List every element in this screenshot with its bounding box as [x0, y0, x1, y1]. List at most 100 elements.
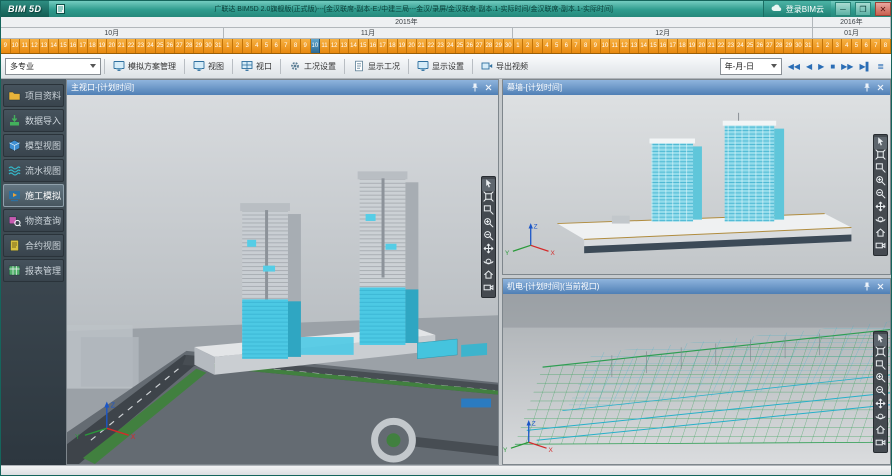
timeline-day-cell[interactable]: 9 [1, 39, 11, 53]
timeline-day-cell[interactable]: 30 [794, 39, 804, 53]
timeline-day-cell[interactable]: 3 [833, 39, 843, 53]
timeline-day-cell[interactable]: 25 [746, 39, 756, 53]
timeline-day-cell[interactable]: 30 [504, 39, 514, 53]
sidebar-item-construction-simulation[interactable]: 施工模拟 [3, 184, 64, 207]
profession-dropdown[interactable]: 多专业 [5, 58, 101, 75]
close-icon[interactable] [875, 82, 886, 93]
pin-icon[interactable] [861, 281, 872, 292]
timeline-day-cell[interactable]: 12 [30, 39, 40, 53]
timeline-day-cell[interactable]: 6 [862, 39, 872, 53]
timeline-day-cell[interactable]: 8 [881, 39, 891, 53]
timeline-day-cell[interactable]: 15 [649, 39, 659, 53]
timeline-day-cell[interactable]: 29 [494, 39, 504, 53]
timeline-day-cell[interactable]: 17 [668, 39, 678, 53]
timeline-day-cell[interactable]: 17 [78, 39, 88, 53]
timeline-day-cell[interactable]: 10 [11, 39, 21, 53]
timeline-day-cell[interactable]: 25 [156, 39, 166, 53]
timeline-day-cell[interactable]: 22 [717, 39, 727, 53]
timeline-day-cell[interactable]: 26 [465, 39, 475, 53]
curtain-wall-viewport-header[interactable]: 幕墙-[计划时间] [503, 80, 890, 95]
timeline-day-cell[interactable]: 19 [398, 39, 408, 53]
timeline-day-cell[interactable]: 1 [813, 39, 823, 53]
timeline-day-cell[interactable]: 11 [610, 39, 620, 53]
timeline-day-cell[interactable]: 1 [514, 39, 524, 53]
timeline-day-cell[interactable]: 18 [678, 39, 688, 53]
timeline-day-cell[interactable]: 22 [127, 39, 137, 53]
timeline-day-cell[interactable]: 7 [871, 39, 881, 53]
sidebar-item-report-management[interactable]: 报表管理 [3, 259, 64, 282]
timeline-day-cell[interactable]: 12 [620, 39, 630, 53]
timeline-day-cell[interactable]: 24 [446, 39, 456, 53]
timeline-day-cell[interactable]: 20 [107, 39, 117, 53]
timeline-day-cell[interactable]: 27 [175, 39, 185, 53]
export-video-button[interactable]: 导出视频 [476, 56, 533, 76]
timeline-day-cell[interactable]: 3 [533, 39, 543, 53]
sidebar-item-data-import[interactable]: 数据导入 [3, 109, 64, 132]
timeline-day-cell[interactable]: 8 [291, 39, 301, 53]
close-icon[interactable] [875, 281, 886, 292]
timeline-day-cell[interactable]: 22 [427, 39, 437, 53]
work-condition-settings-button[interactable]: 工况设置 [284, 56, 341, 76]
timeline-day-cell[interactable]: 9 [591, 39, 601, 53]
camera-button[interactable] [482, 283, 495, 295]
main-viewport-header[interactable]: 主视口-[计划时间] [67, 80, 498, 95]
timeline-day-cell[interactable]: 21 [417, 39, 427, 53]
timeline-day-cell[interactable]: 23 [436, 39, 446, 53]
timeline-day-cell[interactable]: 6 [272, 39, 282, 53]
mep-viewport-canvas[interactable]: Z X Y [503, 294, 890, 464]
timeline-day-cell[interactable]: 13 [630, 39, 640, 53]
maximize-button[interactable]: ❐ [855, 2, 871, 16]
fast-forward-button[interactable]: ▶▶ [838, 62, 856, 71]
timeline-day-cell[interactable]: 6 [562, 39, 572, 53]
timeline-day-cell[interactable]: 3 [243, 39, 253, 53]
view-button[interactable]: 视图 [188, 56, 229, 76]
close-button[interactable]: ✕ [875, 2, 891, 16]
timeline-day-cell[interactable]: 20 [697, 39, 707, 53]
timeline-day-cell[interactable]: 1 [223, 39, 233, 53]
stop-button[interactable]: ■ [827, 62, 838, 71]
timeline-day-cell[interactable]: 27 [475, 39, 485, 53]
timeline-day-cell[interactable]: 5 [852, 39, 862, 53]
timeline-day-cell[interactable]: 4 [842, 39, 852, 53]
timeline-day-cell[interactable]: 2 [523, 39, 533, 53]
sidebar-item-material-query[interactable]: 物资查询 [3, 209, 64, 232]
timeline-day-cell[interactable]: 26 [165, 39, 175, 53]
timeline-day-cell[interactable]: 13 [340, 39, 350, 53]
sidebar-item-contract-view[interactable]: 合约视图 [3, 234, 64, 257]
close-icon[interactable] [483, 82, 494, 93]
timeline-day-cell[interactable]: 16 [69, 39, 79, 53]
timeline-day-cell[interactable]: 24 [146, 39, 156, 53]
minimize-button[interactable]: ─ [835, 2, 851, 16]
timeline-day-cell[interactable]: 10 [311, 39, 321, 53]
sidebar-item-project-info[interactable]: 项目资料 [3, 84, 64, 107]
timeline-day-cell[interactable]: 23 [136, 39, 146, 53]
main-viewport-canvas[interactable]: Z X Y [67, 95, 498, 464]
pin-icon[interactable] [469, 82, 480, 93]
timeline-day-cell[interactable]: 31 [804, 39, 814, 53]
timeline-day-cell[interactable]: 29 [784, 39, 794, 53]
timeline-day-cell[interactable]: 19 [98, 39, 108, 53]
pin-icon[interactable] [861, 82, 872, 93]
timeline-day-cell[interactable]: 2 [823, 39, 833, 53]
timeline-day-cell[interactable]: 14 [349, 39, 359, 53]
timeline-day-cell[interactable]: 11 [320, 39, 330, 53]
timeline-day-cell[interactable]: 4 [543, 39, 553, 53]
timeline-day-cell[interactable]: 19 [688, 39, 698, 53]
timeline-day-cell[interactable]: 18 [88, 39, 98, 53]
playlist-button[interactable]: ≣ [874, 62, 887, 71]
viewport-button[interactable]: 视口 [236, 56, 277, 76]
timeline-day-cell[interactable]: 16 [369, 39, 379, 53]
timeline-day-cell[interactable]: 5 [552, 39, 562, 53]
login-bim-cloud-button[interactable]: 登录BIM云 [763, 1, 831, 17]
mep-viewport-header[interactable]: 机电-[计划时间](当前视口) [503, 279, 890, 294]
timeline-day-cell[interactable]: 2 [233, 39, 243, 53]
sidebar-item-flow-view[interactable]: 流水视图 [3, 159, 64, 182]
timeline-day-cell[interactable]: 15 [359, 39, 369, 53]
timeline-day-cell[interactable]: 5 [262, 39, 272, 53]
timeline-day-cell[interactable]: 16 [659, 39, 669, 53]
timeline-day-cell[interactable]: 27 [765, 39, 775, 53]
display-settings-button[interactable]: 显示设置 [412, 56, 469, 76]
curtain-wall-viewport-canvas[interactable]: Z X Y [503, 95, 890, 274]
timeline-day-cell[interactable]: 21 [117, 39, 127, 53]
timeline-day-cell[interactable]: 21 [707, 39, 717, 53]
